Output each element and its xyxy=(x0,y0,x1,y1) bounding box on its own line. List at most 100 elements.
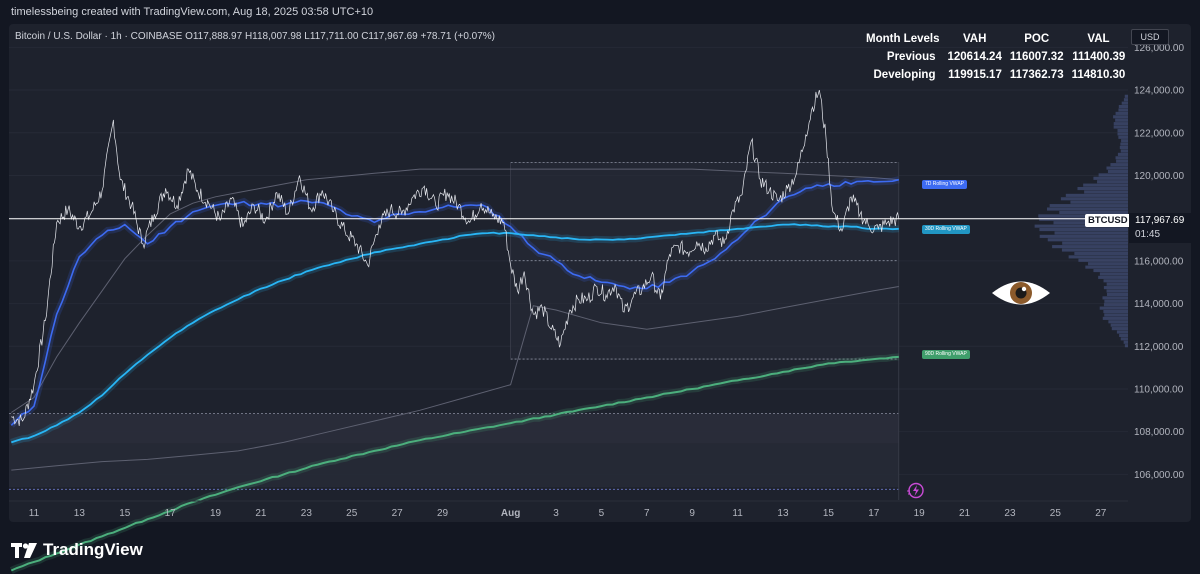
x-tick-label: 13 xyxy=(74,508,86,519)
volume-profile-bar xyxy=(1103,309,1128,314)
volume-profile-bar xyxy=(1108,320,1128,324)
volume-profile-bar xyxy=(1103,279,1128,283)
volume-profile-bar xyxy=(1115,111,1128,115)
volume-profile-bar xyxy=(1049,204,1128,208)
volume-profile-bar xyxy=(1123,340,1128,344)
x-tick-label: 13 xyxy=(777,508,789,519)
volume-profile-bar xyxy=(1121,101,1128,105)
volume-profile-bar xyxy=(1093,176,1128,180)
volume-profile-bar xyxy=(1116,159,1128,163)
x-tick-label: 3 xyxy=(553,508,559,519)
volume-profile-bar xyxy=(1065,193,1128,197)
row-poc: 116007.32 xyxy=(1009,51,1064,63)
volume-profile-bar xyxy=(1083,183,1128,187)
y-tick-label: 108,000.00 xyxy=(1134,427,1184,438)
ohlc-legend: Bitcoin / U.S. Dollar · 1h · COINBASE O1… xyxy=(15,31,495,42)
current-price-value: 117,967.69 xyxy=(1135,215,1185,226)
x-tick-label: Aug xyxy=(501,508,520,519)
volume-profile-bar xyxy=(1124,344,1128,348)
y-tick-label: 110,000.00 xyxy=(1134,384,1184,395)
volume-profile-bar xyxy=(1117,128,1128,133)
volume-profile-bar xyxy=(1106,289,1128,293)
volume-profile-bar xyxy=(1098,173,1128,177)
currency-selector[interactable]: USD xyxy=(1131,29,1169,45)
x-tick-label: 21 xyxy=(255,508,267,519)
header-poc: POC xyxy=(1024,33,1050,45)
x-tick-label: 19 xyxy=(210,508,222,519)
volume-profile-bar xyxy=(1097,180,1128,184)
row-poc: 117362.73 xyxy=(1009,69,1064,81)
y-tick-label: 116,000.00 xyxy=(1134,256,1184,267)
volume-profile-bar xyxy=(1098,275,1128,279)
volume-profile-bar xyxy=(1084,190,1128,194)
volume-profile-bar xyxy=(1107,169,1128,174)
vwap-30d-tag: 30D Rolling VWAP xyxy=(922,225,970,234)
month-levels-table: Month Levels VAH POC VAL Previous 120614… xyxy=(862,30,1129,84)
volume-profile-bar xyxy=(1106,166,1128,170)
y-tick-label: 124,000.00 xyxy=(1134,86,1184,97)
x-tick-label: 23 xyxy=(1004,508,1016,519)
x-tick-label: 27 xyxy=(1095,508,1107,519)
lightning-icon[interactable] xyxy=(905,482,925,499)
volume-profile-bar xyxy=(1099,306,1128,310)
low-value: 117,711.00 xyxy=(309,31,359,42)
y-tick-label: 114,000.00 xyxy=(1134,299,1184,310)
x-tick-label: 19 xyxy=(914,508,926,519)
zone-box xyxy=(9,413,899,444)
volume-profile-bar xyxy=(1078,258,1128,262)
volume-profile-bar xyxy=(1046,207,1128,211)
row-name: Previous xyxy=(886,51,936,63)
volume-profile-bar xyxy=(1039,234,1128,238)
change-value: +78.71 (+0.07%) xyxy=(420,31,496,42)
volume-profile-bar xyxy=(1106,292,1128,297)
volume-profile-bar xyxy=(1115,156,1128,160)
vwap-7d-tag: 7D Rolling VWAP xyxy=(922,180,967,189)
x-tick-label: 15 xyxy=(823,508,835,519)
table-row: Developing 119915.17 117362.73 114810.30 xyxy=(862,66,1129,84)
row-vah: 119915.17 xyxy=(948,69,1002,81)
x-tick-label: 17 xyxy=(868,508,880,519)
x-tick-label: 25 xyxy=(346,508,358,519)
volume-profile-bar xyxy=(1039,227,1128,232)
symbol-description: Bitcoin / U.S. Dollar · 1h · COINBASE xyxy=(15,31,183,42)
volume-profile-bar xyxy=(1070,200,1128,204)
tradingview-logo-icon xyxy=(11,542,37,558)
x-tick-label: 25 xyxy=(1050,508,1062,519)
volume-profile-bar xyxy=(1118,135,1128,139)
volume-profile-bar xyxy=(1113,125,1128,129)
y-tick-label: 120,000.00 xyxy=(1134,171,1184,182)
brand-name: TradingView xyxy=(43,540,143,559)
x-tick-label: 15 xyxy=(119,508,131,519)
y-tick-label: 106,000.00 xyxy=(1134,470,1184,481)
x-tick-label: 11 xyxy=(29,508,40,519)
volume-profile-bar xyxy=(1118,108,1128,112)
price-axis[interactable]: 106,000.00 108,000.00 110,000.00 112,000.00… xyxy=(1134,43,1184,481)
volume-profile-bar xyxy=(1103,303,1128,307)
volume-profile-bar xyxy=(1119,145,1128,150)
volume-profile-bar xyxy=(1104,313,1128,317)
high-value: 118,007.98 xyxy=(252,31,302,42)
x-tick-label: 21 xyxy=(959,508,971,519)
volume-profile-bar xyxy=(1060,197,1128,201)
volume-profile-bar xyxy=(1124,94,1128,98)
volume-profile-bar xyxy=(1116,330,1128,334)
zone-box xyxy=(9,443,899,488)
volume-profile-bar xyxy=(1052,245,1128,249)
volume-profile-bar xyxy=(1120,149,1128,153)
volume-profile-bar xyxy=(1047,238,1128,242)
header-val: VAL xyxy=(1087,33,1110,45)
volume-profile-bar xyxy=(1099,272,1128,276)
vwap-90d-tag: 90D Rolling VWAP xyxy=(922,350,970,359)
x-tick-label: 17 xyxy=(165,508,177,519)
volume-profile-bar xyxy=(1113,122,1128,126)
volume-profile-bar xyxy=(1117,132,1128,136)
volume-profile-bar xyxy=(1104,299,1128,303)
symbol-price-tag: BTCUSD xyxy=(1085,214,1131,227)
row-val: 111400.39 xyxy=(1072,51,1126,63)
volume-profile-bar xyxy=(1120,337,1128,341)
tradingview-logo[interactable]: TradingView xyxy=(11,540,143,560)
x-tick-label: 9 xyxy=(689,508,695,519)
volume-profile-bar xyxy=(1061,248,1128,252)
row-vah: 120614.24 xyxy=(947,51,1002,63)
volume-profile-bar xyxy=(1110,323,1128,327)
